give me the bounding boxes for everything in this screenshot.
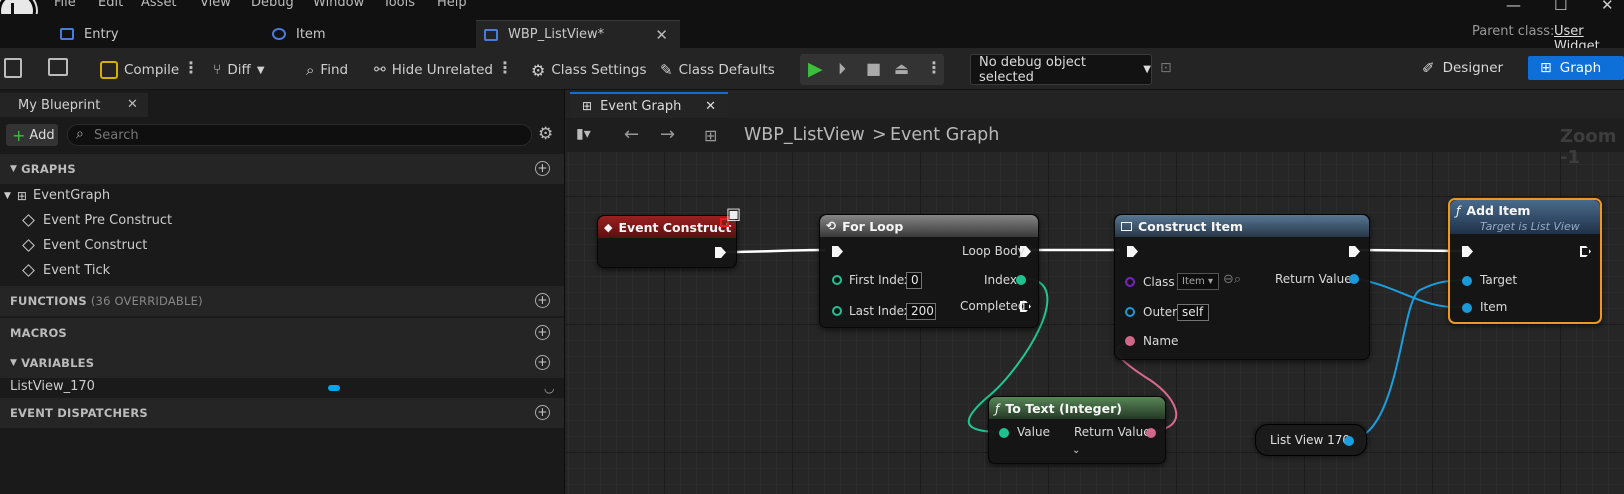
value-label: Value: [1017, 425, 1050, 439]
event-construct-node[interactable]: ◆ Event Construct: [597, 215, 737, 268]
construct-icon: [1121, 221, 1132, 231]
function-icon: ƒ: [1456, 203, 1461, 218]
browse-asset-icon[interactable]: ⊖⌕: [1223, 272, 1241, 287]
variable-output-pin[interactable]: [1344, 436, 1354, 446]
first-index-input[interactable]: 0: [906, 272, 922, 289]
node-title: Add Item: [1466, 203, 1531, 218]
last-index-pin[interactable]: [832, 306, 842, 316]
variable-node-label: List View 170: [1270, 433, 1350, 447]
loop-body-label: Loop Body: [962, 244, 1025, 258]
node-title: Construct Item: [1138, 218, 1244, 234]
index-output-pin[interactable]: [1016, 275, 1026, 285]
first-index-label: First Index: [849, 273, 912, 287]
macro-icon: ⟲: [826, 219, 837, 233]
exec-output-pin[interactable]: [1580, 246, 1591, 257]
node-subtitle: Target is List View: [1480, 220, 1580, 233]
return-value-label: Return Value: [1074, 425, 1151, 439]
event-icon: ◆: [604, 220, 613, 234]
class-value: Item: [1182, 276, 1205, 287]
item-label: Item: [1480, 300, 1508, 314]
value-pin[interactable]: [999, 428, 1009, 438]
outer-pin[interactable]: [1125, 307, 1135, 317]
list-view-variable-node[interactable]: List View 170: [1255, 424, 1367, 456]
node-header: ⟲ For Loop: [820, 215, 1038, 237]
outer-label: Outer: [1143, 305, 1178, 319]
exec-wire: [723, 248, 826, 254]
expand-chevron-icon[interactable]: ⌄: [1072, 445, 1080, 456]
node-title: Event Construct: [618, 219, 732, 235]
class-pin[interactable]: [1125, 277, 1135, 287]
target-label: Target: [1480, 273, 1518, 287]
for-loop-node[interactable]: ⟲ For Loop Loop Body First Index 0 Index…: [819, 214, 1039, 328]
construct-item-node[interactable]: Construct Item Class Item ▾ ⊖⌕ Return Va…: [1114, 214, 1370, 360]
client-monitor-icon: ▣: [726, 204, 742, 223]
exec-input-pin[interactable]: [1127, 246, 1138, 257]
first-index-pin[interactable]: [832, 275, 842, 285]
name-label: Name: [1143, 334, 1179, 348]
exec-input-pin[interactable]: [1462, 246, 1473, 257]
completed-pin[interactable]: [1020, 301, 1031, 312]
node-header: ◆ Event Construct: [598, 216, 736, 238]
class-label: Class: [1143, 275, 1175, 289]
exec-input-pin[interactable]: [832, 246, 843, 257]
node-header: Construct Item: [1115, 215, 1369, 237]
item-pin[interactable]: [1462, 303, 1472, 313]
add-item-node[interactable]: ƒ Add Item Target is List View Target It…: [1448, 198, 1602, 324]
exec-output-pin[interactable]: [1349, 246, 1360, 257]
return-value-label: Return Value: [1275, 272, 1352, 286]
target-pin[interactable]: [1462, 276, 1472, 286]
last-index-label: Last Index: [849, 304, 911, 318]
return-value-pin[interactable]: [1349, 274, 1359, 284]
class-dropdown[interactable]: Item ▾: [1177, 273, 1219, 290]
return-value-pin[interactable]: [1146, 428, 1156, 438]
index-label: Index: [984, 273, 1018, 287]
function-icon: ƒ: [995, 400, 1000, 416]
node-title: To Text (Integer): [1005, 400, 1122, 416]
to-text-node[interactable]: ƒ To Text (Integer) Value Return Value ⌄: [988, 396, 1166, 464]
node-title: For Loop: [842, 218, 904, 234]
wires-layer: [723, 248, 1466, 441]
name-pin[interactable]: [1125, 336, 1135, 346]
exec-output-pin[interactable]: [715, 247, 726, 258]
outer-input[interactable]: self: [1177, 304, 1209, 321]
last-index-input[interactable]: 200: [906, 303, 936, 320]
completed-label: Completed: [960, 299, 1026, 313]
node-header: ƒ To Text (Integer): [989, 397, 1165, 419]
